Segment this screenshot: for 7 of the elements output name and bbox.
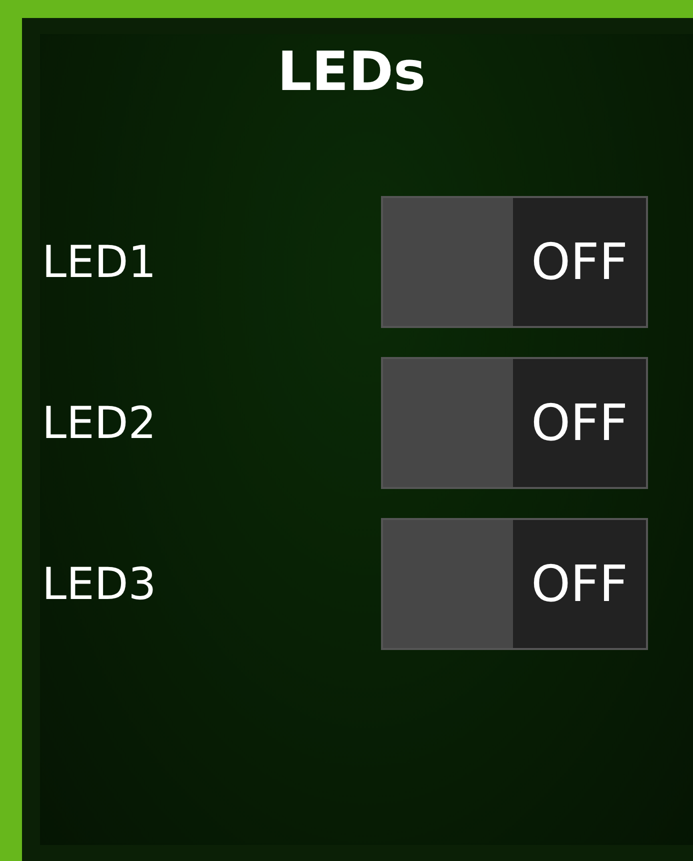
panel-title: LEDs xyxy=(276,39,427,105)
toggle-switch[interactable]: OFF xyxy=(381,196,648,328)
led-label: LED3 xyxy=(42,558,156,610)
led-label: LED2 xyxy=(42,398,156,448)
toggle-switch[interactable]: OFF xyxy=(381,518,648,650)
led-label: LED1 xyxy=(42,236,156,288)
toggle-switch[interactable]: OFF xyxy=(381,357,648,489)
